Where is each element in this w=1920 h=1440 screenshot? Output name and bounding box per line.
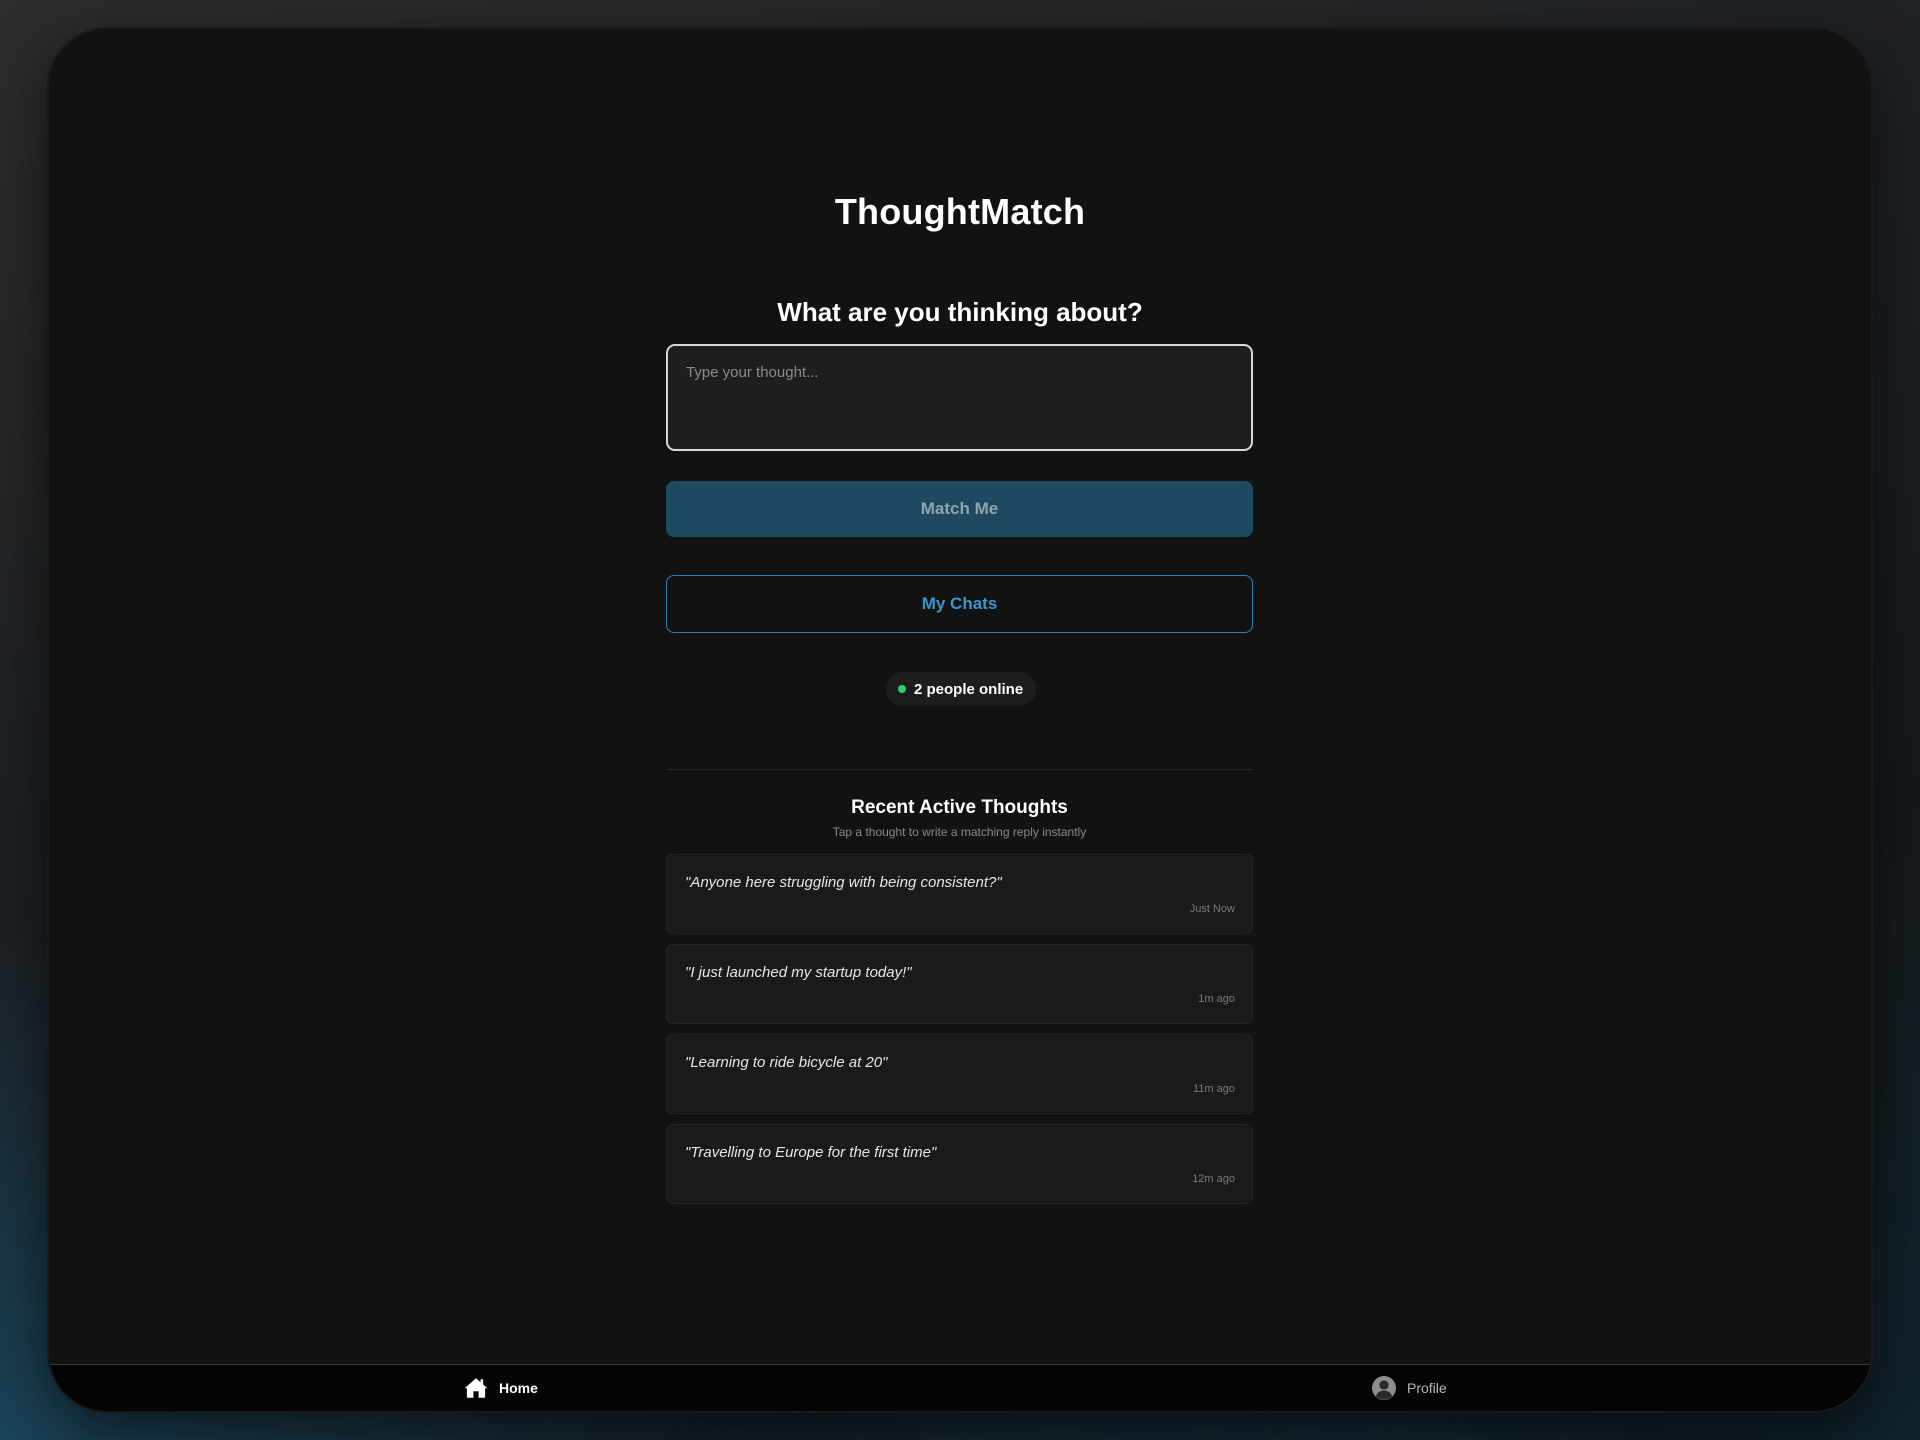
nav-profile[interactable]: Profile — [1371, 1365, 1447, 1411]
match-me-button[interactable]: Match Me — [666, 481, 1253, 537]
user-circle-icon — [1371, 1375, 1397, 1401]
nav-home[interactable]: Home — [463, 1365, 538, 1411]
thought-text: "Learning to ride bicycle at 20" — [685, 1054, 888, 1071]
thought-card[interactable]: "Travelling to Europe for the first time… — [666, 1124, 1253, 1204]
my-chats-button[interactable]: My Chats — [666, 575, 1253, 633]
thought-prompt: What are you thinking about? — [777, 297, 1143, 327]
online-count-text: 2 people online — [914, 680, 1024, 698]
app-title: ThoughtMatch — [834, 191, 1086, 232]
bottom-nav: Home Profile — [49, 1364, 1871, 1411]
section-divider — [666, 769, 1253, 770]
thought-card[interactable]: "Anyone here struggling with being consi… — [666, 854, 1253, 934]
app-window: ThoughtMatch What are you thinking about… — [49, 29, 1871, 1411]
online-dot-icon — [898, 685, 906, 693]
recent-thoughts-subtitle: Tap a thought to write a matching reply … — [832, 825, 1087, 839]
thought-card[interactable]: "Learning to ride bicycle at 20" 11m ago — [666, 1034, 1253, 1114]
thought-timestamp: 12m ago — [1192, 1173, 1235, 1185]
recent-thoughts-list: "Anyone here struggling with being consi… — [666, 854, 1253, 1204]
thought-timestamp: 1m ago — [1198, 993, 1235, 1005]
recent-thoughts-title: Recent Active Thoughts — [851, 797, 1068, 818]
thought-card[interactable]: "I just launched my startup today!" 1m a… — [666, 944, 1253, 1024]
thought-text: "I just launched my startup today!" — [685, 964, 912, 981]
online-status-badge: 2 people online — [886, 672, 1037, 706]
thought-input[interactable] — [666, 344, 1253, 451]
thought-text: "Travelling to Europe for the first time… — [685, 1144, 937, 1161]
nav-home-label: Home — [499, 1380, 538, 1396]
thought-timestamp: 11m ago — [1193, 1083, 1235, 1095]
home-icon — [463, 1375, 489, 1401]
nav-profile-label: Profile — [1407, 1380, 1447, 1396]
thought-text: "Anyone here struggling with being consi… — [685, 874, 1002, 891]
thought-timestamp: Just Now — [1189, 903, 1235, 915]
